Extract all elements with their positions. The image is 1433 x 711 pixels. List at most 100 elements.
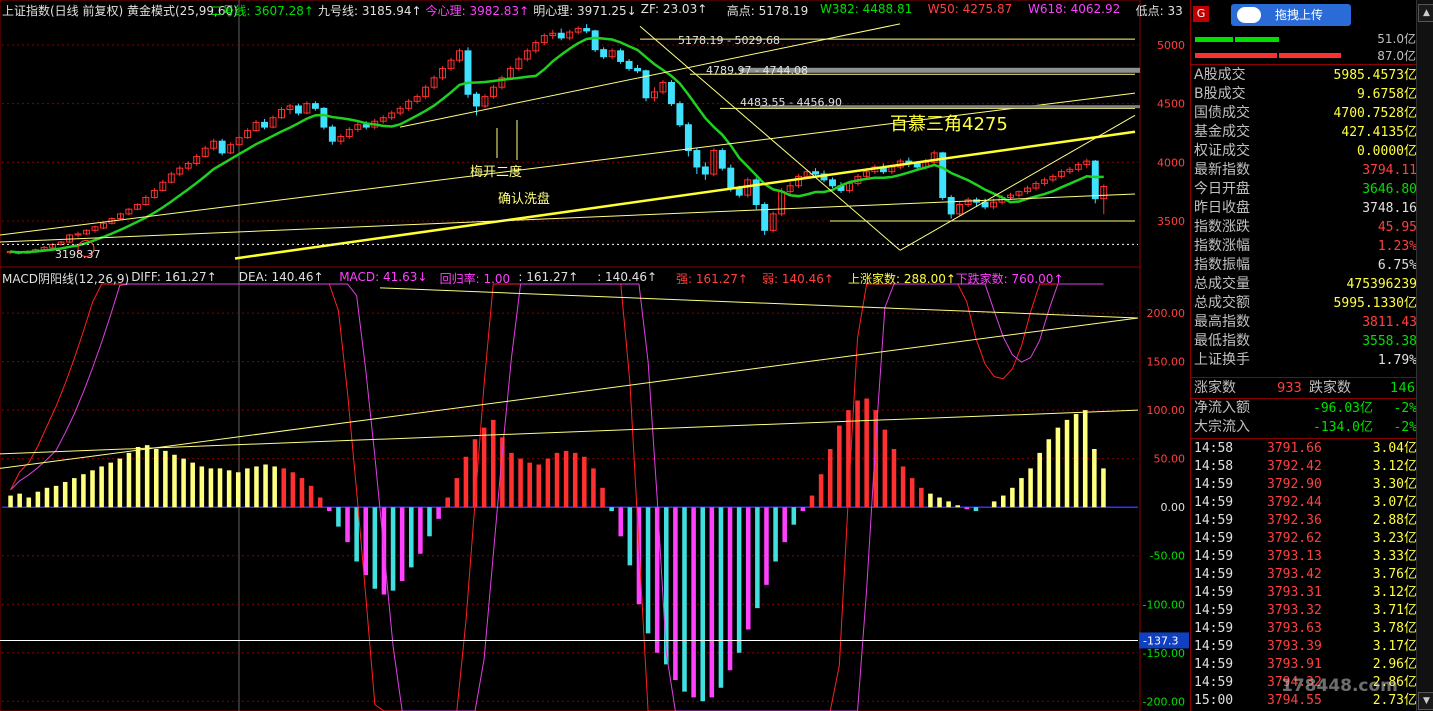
stat-value: 45.95 <box>1377 220 1417 235</box>
stat-value: 3558.38 <box>1362 334 1417 349</box>
macd-header-item: 强: 161.27↑ <box>676 272 748 286</box>
candle-body <box>625 60 633 69</box>
stat-label: 基金成交 <box>1194 124 1250 140</box>
stat-value: 427.4135亿 <box>1341 125 1417 140</box>
macd-header-item: 弱: 140.46↑ <box>762 272 834 286</box>
candle-body <box>328 126 336 142</box>
candle-body <box>829 179 836 187</box>
stat-row: 指数涨幅 1.23% <box>1191 237 1417 256</box>
cloud-icon <box>1237 7 1261 23</box>
annot-meikai: 梅开二度 <box>470 164 522 180</box>
toolbar-up-icon[interactable]: ▲ <box>1418 4 1433 22</box>
kline-header-item: 明心理: 3971.25↓ <box>533 4 637 18</box>
kline-header-item: W382: 4488.81 <box>820 2 913 16</box>
tick-row: 14:59 3793.91 2.96亿 <box>1194 657 1417 672</box>
stat-row: 昨日收盘 3748.16 <box>1191 199 1417 218</box>
candle-body <box>557 32 565 39</box>
kline-header-item: 二号线: 3607.28↑ <box>210 4 314 18</box>
stat-value: 9.6758亿 <box>1357 87 1417 102</box>
macd-ytick: 150.00 <box>1147 356 1186 369</box>
stat-value: 3646.80 <box>1362 182 1417 197</box>
stat-label: 今日开盘 <box>1194 181 1250 197</box>
macd-header-item: DEA: 140.46↑ <box>238 270 324 284</box>
kline-ytick: 5000 <box>1157 39 1185 52</box>
candle-body <box>735 187 743 196</box>
kline-header-item: 高点: 5178.19 <box>726 4 809 18</box>
stat-label: 指数涨幅 <box>1194 238 1250 254</box>
annot-2: 4789.97 - 4744.08 <box>706 64 808 77</box>
candle-body <box>761 204 769 231</box>
macd-trend <box>0 409 1139 455</box>
macd-ytick: -100.00 <box>1143 598 1185 611</box>
macd-ytick: 200.00 <box>1147 307 1186 320</box>
candle-body <box>473 93 480 107</box>
stat-row: 最高指数 3811.43 <box>1191 313 1417 332</box>
kline-header-item: 今心理: 3982.83↑ <box>425 4 530 18</box>
kline-header-item: W618: 4062.92 <box>1028 2 1121 16</box>
candle-body <box>676 103 684 126</box>
watermark: 178448.com <box>1281 676 1398 696</box>
candle-body <box>634 67 641 72</box>
tick-row: 14:59 3793.13 3.33亿 <box>1194 549 1417 564</box>
bar-green-2 <box>1235 37 1279 42</box>
macd-header: MACD阴阳线(12,26,9) DIFF: 161.27↑ DEA: 140.46… <box>2 268 1142 286</box>
kline-header: 上证指数(日线 前复权) 黄金模式(25,99,60) 二号线: 3607.28↑… <box>2 0 1183 18</box>
stat-label: A股成交 <box>1194 67 1246 83</box>
candle-body <box>320 107 328 128</box>
annot-3: 4483.55 - 4456.90 <box>740 96 842 109</box>
stat-label: 最新指数 <box>1194 162 1250 178</box>
stat-value: 3794.11 <box>1362 163 1417 178</box>
macd-ytick: 0.00 <box>1161 501 1186 514</box>
stat-value: 475396239 <box>1346 277 1417 292</box>
kline-header-item: 低点: 33 <box>1135 4 1183 18</box>
flow-row: 大宗流入 -134.0亿 -2% <box>1194 419 1417 435</box>
kline-header-item: 九号线: 3185.94↑ <box>318 4 422 18</box>
stat-row: 国债成交 4700.7528亿 <box>1191 104 1417 123</box>
kline-ytick: 4500 <box>1157 98 1185 111</box>
candle-body <box>684 124 692 152</box>
candle-body <box>701 166 709 175</box>
candle-body <box>642 70 650 99</box>
flow-row: 净流入额 -96.03亿 -2% <box>1194 400 1417 416</box>
stat-value: 5985.4573亿 <box>1333 68 1417 83</box>
stat-label: B股成交 <box>1194 86 1246 102</box>
stock-chart[interactable]: 3500 4000 4500 5000 -200.00 -150.00 -100.00 -50… <box>0 0 1190 711</box>
candle-body <box>718 150 726 169</box>
annot-queren: 确认洗盘 <box>498 191 550 207</box>
stat-label: 国债成交 <box>1194 105 1250 121</box>
stat-label: 总成交额 <box>1194 295 1250 311</box>
bar-value-1: 51.0亿 <box>1377 32 1416 46</box>
candle-body <box>311 103 319 109</box>
candle-body <box>667 82 675 105</box>
kline-header-item: ZF: 23.03↑ <box>640 2 708 16</box>
macd-ytick: -200.00 <box>1143 695 1185 708</box>
stat-label: 权证成交 <box>1194 143 1250 159</box>
stat-value: 4700.7528亿 <box>1333 106 1417 121</box>
stat-row: 权证成交 0.0000亿 <box>1191 142 1417 161</box>
macd-ytick: 100.00 <box>1147 404 1186 417</box>
macd-header-item: 下跌家数: 760.00↑ <box>955 272 1064 286</box>
stat-label: 昨日收盘 <box>1194 200 1250 216</box>
tick-row: 14:59 3793.42 3.76亿 <box>1194 567 1417 582</box>
bar-red-1 <box>1195 53 1277 58</box>
badge-icon[interactable]: G <box>1193 6 1209 22</box>
macd-header-item: 回归率: 1.00 <box>439 272 511 286</box>
toolbar-down-icon[interactable]: ▼ <box>1418 692 1433 710</box>
macd-header-item: MACD: 41.63↓ <box>339 270 428 284</box>
stat-row: 总成交额 5995.1330亿 <box>1191 294 1417 313</box>
tick-row: 14:59 3792.90 3.30亿 <box>1194 477 1417 492</box>
tick-row: 14:59 3792.62 3.23亿 <box>1194 531 1417 546</box>
tick-row: 14:59 3792.44 3.07亿 <box>1194 495 1417 510</box>
macd-frame <box>0 266 1141 711</box>
side-toolbar[interactable]: ▲ ▼ <box>1416 0 1433 711</box>
candle-body <box>464 50 472 95</box>
bar-value-2: 87.0亿 <box>1377 49 1416 63</box>
candle-body <box>362 124 370 128</box>
annot-low: 3198.37 <box>55 248 101 261</box>
upload-button[interactable]: 拖拽上传 <box>1231 4 1351 26</box>
macd-header-item: DIFF: 161.27↑ <box>131 270 217 284</box>
candle-body <box>600 49 608 58</box>
macd-header-item: : 140.46↑ <box>597 270 658 284</box>
macd-header-item: MACD阴阳线(12,26,9) <box>2 272 130 286</box>
market-sidebar: G 拖拽上传 51.0亿 87.0亿 A股成交 5985.4573亿 B股成交 9.6… <box>1190 0 1433 711</box>
